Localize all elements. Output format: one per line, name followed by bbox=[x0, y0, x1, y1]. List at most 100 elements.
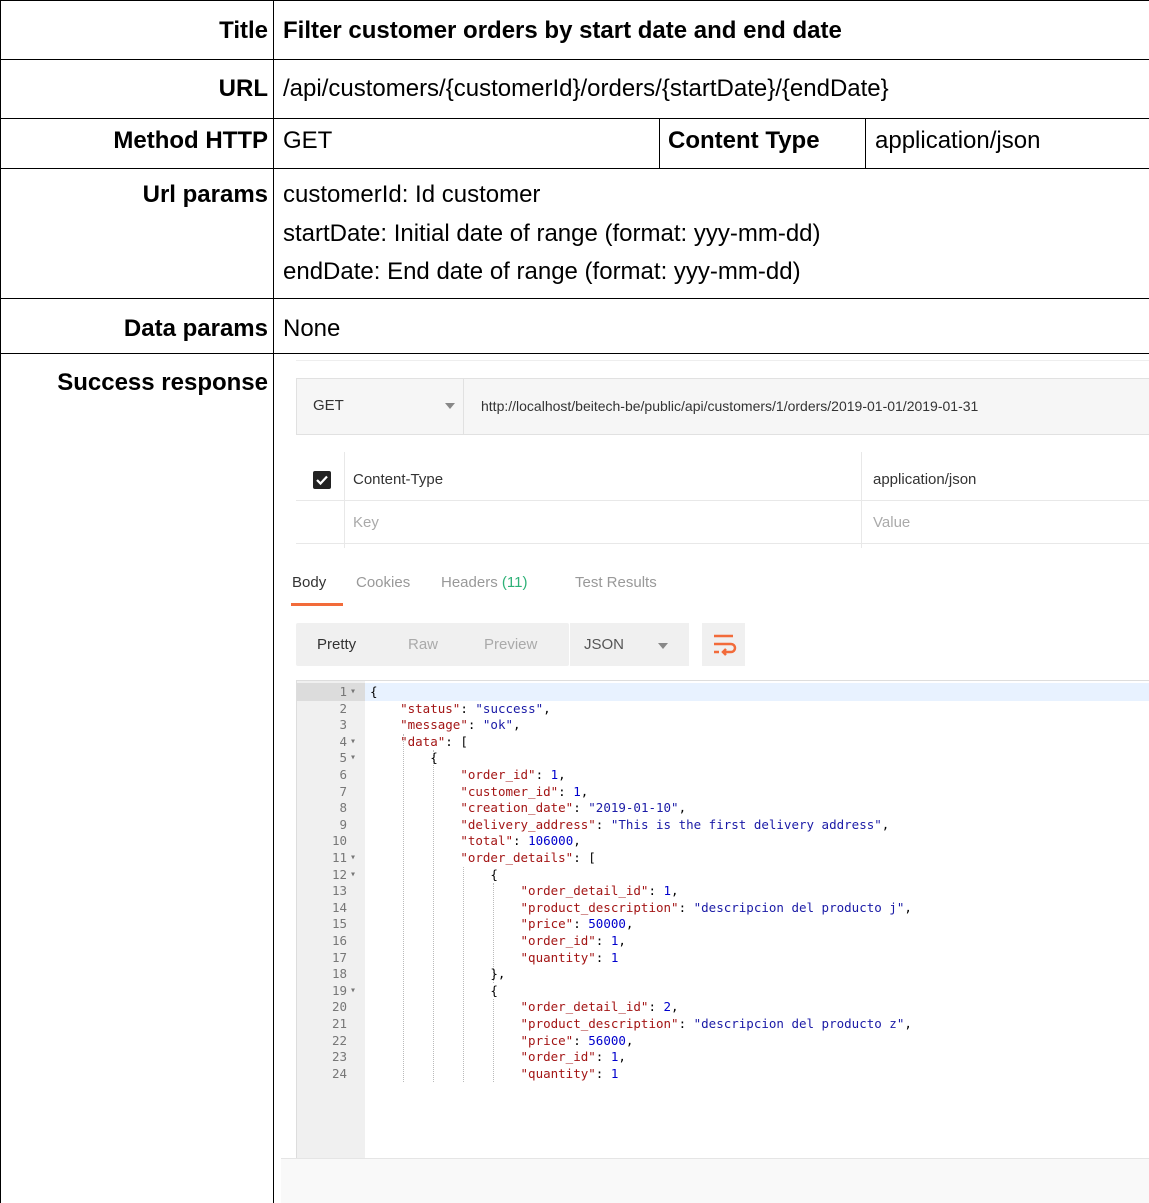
code-text: "product_description": "descripcion del … bbox=[520, 1016, 912, 1031]
fold-toggle-icon[interactable]: ▾ bbox=[350, 734, 356, 750]
checkbox-checked-icon[interactable] bbox=[313, 471, 331, 489]
headers-count-badge: (11) bbox=[501, 574, 528, 591]
code-text: "status": "success", bbox=[400, 700, 551, 716]
tab-body[interactable]: Body bbox=[292, 574, 326, 591]
key-input[interactable]: Key bbox=[353, 514, 379, 531]
code-text: { bbox=[370, 750, 438, 766]
line-number: 2 bbox=[339, 700, 347, 716]
line-number: 1 bbox=[339, 684, 347, 699]
code-line: 19 ▾ { bbox=[297, 983, 1149, 999]
column-divider bbox=[865, 118, 866, 168]
code-line: 5 ▾ { bbox=[297, 750, 1149, 766]
code-text: "order_detail_id": 2, bbox=[520, 999, 679, 1015]
code-text: "customer_id": 1, bbox=[460, 783, 589, 799]
url-value: /api/customers/{customerId}/orders/{star… bbox=[283, 75, 889, 102]
tab-headers[interactable]: Headers (11) bbox=[441, 574, 527, 591]
line-number: 21 bbox=[331, 1016, 347, 1031]
row-divider bbox=[0, 59, 1149, 60]
code-line: 3 "message": "ok", bbox=[297, 717, 1149, 733]
url-param-line: customerId: Id customer bbox=[283, 181, 541, 208]
code-text: "product_description": "descripcion del … bbox=[520, 899, 912, 915]
header-row: Content-Type application/json bbox=[296, 458, 1149, 501]
code-line: 15 "price": 50000, bbox=[297, 916, 1149, 932]
code-text: "quantity": 1 bbox=[520, 1065, 619, 1081]
code-line: 4 ▾ "data": [ bbox=[297, 734, 1149, 750]
content-type-label: Content Type bbox=[668, 127, 820, 154]
code-text: { bbox=[370, 982, 498, 998]
title-value: Filter customer orders by start date and… bbox=[283, 17, 842, 44]
fold-toggle-icon[interactable]: ▾ bbox=[350, 684, 356, 700]
code-line: 6 "order_id": 1, bbox=[297, 767, 1149, 783]
fold-toggle-icon[interactable]: ▾ bbox=[350, 850, 356, 866]
fold-toggle-icon[interactable]: ▾ bbox=[350, 983, 356, 999]
active-tab-indicator bbox=[291, 603, 343, 606]
code-line: 17 "quantity": 1 bbox=[297, 950, 1149, 966]
tab-cookies[interactable]: Cookies bbox=[356, 574, 410, 591]
code-line: 23 "order_id": 1, bbox=[297, 1049, 1149, 1065]
fold-toggle-icon[interactable]: ▾ bbox=[350, 750, 356, 766]
line-number: 23 bbox=[331, 1049, 347, 1065]
code-text: "message": "ok", bbox=[400, 717, 521, 733]
format-preview[interactable]: Preview bbox=[484, 636, 537, 653]
header-value[interactable]: application/json bbox=[873, 471, 976, 488]
format-pretty[interactable]: Pretty bbox=[317, 636, 356, 653]
code-text: "order_id": 1, bbox=[520, 1049, 626, 1065]
chevron-down-icon[interactable] bbox=[445, 403, 455, 409]
url-param-line: startDate: Initial date of range (format… bbox=[283, 220, 821, 247]
code-line: 9 "delivery_address": "This is the first… bbox=[297, 817, 1149, 833]
url-input[interactable]: http://localhost/beitech-be/public/api/c… bbox=[463, 379, 1149, 434]
row-divider bbox=[0, 298, 1149, 299]
request-bar: GET http://localhost/beitech-be/public/a… bbox=[296, 378, 1149, 435]
code-text: "order_id": 1, bbox=[520, 933, 626, 948]
code-line: 24 "quantity": 1 bbox=[297, 1066, 1149, 1082]
code-text: "order_details": [ bbox=[460, 850, 596, 865]
method-value: GET bbox=[283, 127, 333, 154]
table-border-top bbox=[0, 0, 1149, 1]
value-input[interactable]: Value bbox=[873, 514, 910, 531]
line-number: 20 bbox=[331, 999, 347, 1015]
tab-headers-label: Headers bbox=[441, 574, 498, 591]
response-body-editor[interactable]: 1 ▾{2 "status": "success", 3 "message": "o… bbox=[296, 680, 1149, 1160]
code-text: "total": 106000, bbox=[460, 833, 581, 849]
code-text: "order_id": 1, bbox=[460, 767, 566, 782]
line-number: 10 bbox=[331, 833, 347, 849]
line-number: 19 bbox=[331, 982, 347, 998]
code-line: 1 ▾ { bbox=[297, 684, 1149, 700]
data-params-value: None bbox=[283, 315, 341, 342]
header-tabs-remnant bbox=[296, 354, 1149, 361]
code-line: 18 }, bbox=[297, 966, 1149, 982]
fold-toggle-icon[interactable]: ▾ bbox=[350, 867, 356, 883]
row-divider bbox=[0, 118, 1149, 119]
code-line: 20 "order_detail_id": 2, bbox=[297, 999, 1149, 1015]
wrap-lines-button[interactable] bbox=[702, 623, 745, 666]
tab-test-results[interactable]: Test Results bbox=[575, 574, 657, 591]
api-doc-table: Title Filter customer orders by start da… bbox=[0, 0, 1149, 1203]
header-key[interactable]: Content-Type bbox=[353, 471, 443, 488]
chevron-down-icon bbox=[658, 643, 668, 649]
line-number: 9 bbox=[339, 816, 347, 832]
format-raw[interactable]: Raw bbox=[408, 636, 438, 653]
code-line: 13 "order_detail_id": 1, bbox=[297, 883, 1149, 899]
method-select[interactable]: GET bbox=[313, 397, 344, 414]
code-line: 22 "price": 56000, bbox=[297, 1033, 1149, 1049]
format-toggle: Pretty Raw Preview bbox=[296, 623, 569, 666]
line-number: 4 bbox=[339, 733, 347, 749]
line-number: 7 bbox=[339, 783, 347, 799]
format-type-label: JSON bbox=[584, 636, 625, 653]
content-type-value: application/json bbox=[875, 127, 1041, 154]
url-params-label: Url params bbox=[142, 181, 268, 208]
code-line: 14 "product_description": "descripcion d… bbox=[297, 900, 1149, 916]
line-number: 13 bbox=[331, 883, 347, 899]
code-line: 7 "customer_id": 1, bbox=[297, 784, 1149, 800]
line-number: 11 bbox=[331, 850, 347, 865]
url-param-line: endDate: End date of range (format: yyy-… bbox=[283, 258, 801, 285]
format-type-select[interactable]: JSON bbox=[569, 623, 689, 666]
code-text: "order_detail_id": 1, bbox=[520, 883, 679, 899]
method-label: Method HTTP bbox=[113, 127, 268, 154]
line-number: 16 bbox=[331, 933, 347, 948]
line-number: 5 bbox=[339, 750, 347, 766]
code-text: "delivery_address": "This is the first d… bbox=[460, 816, 890, 832]
line-number: 3 bbox=[339, 717, 347, 733]
url-label: URL bbox=[218, 75, 268, 102]
table-border-left bbox=[0, 0, 1, 1203]
